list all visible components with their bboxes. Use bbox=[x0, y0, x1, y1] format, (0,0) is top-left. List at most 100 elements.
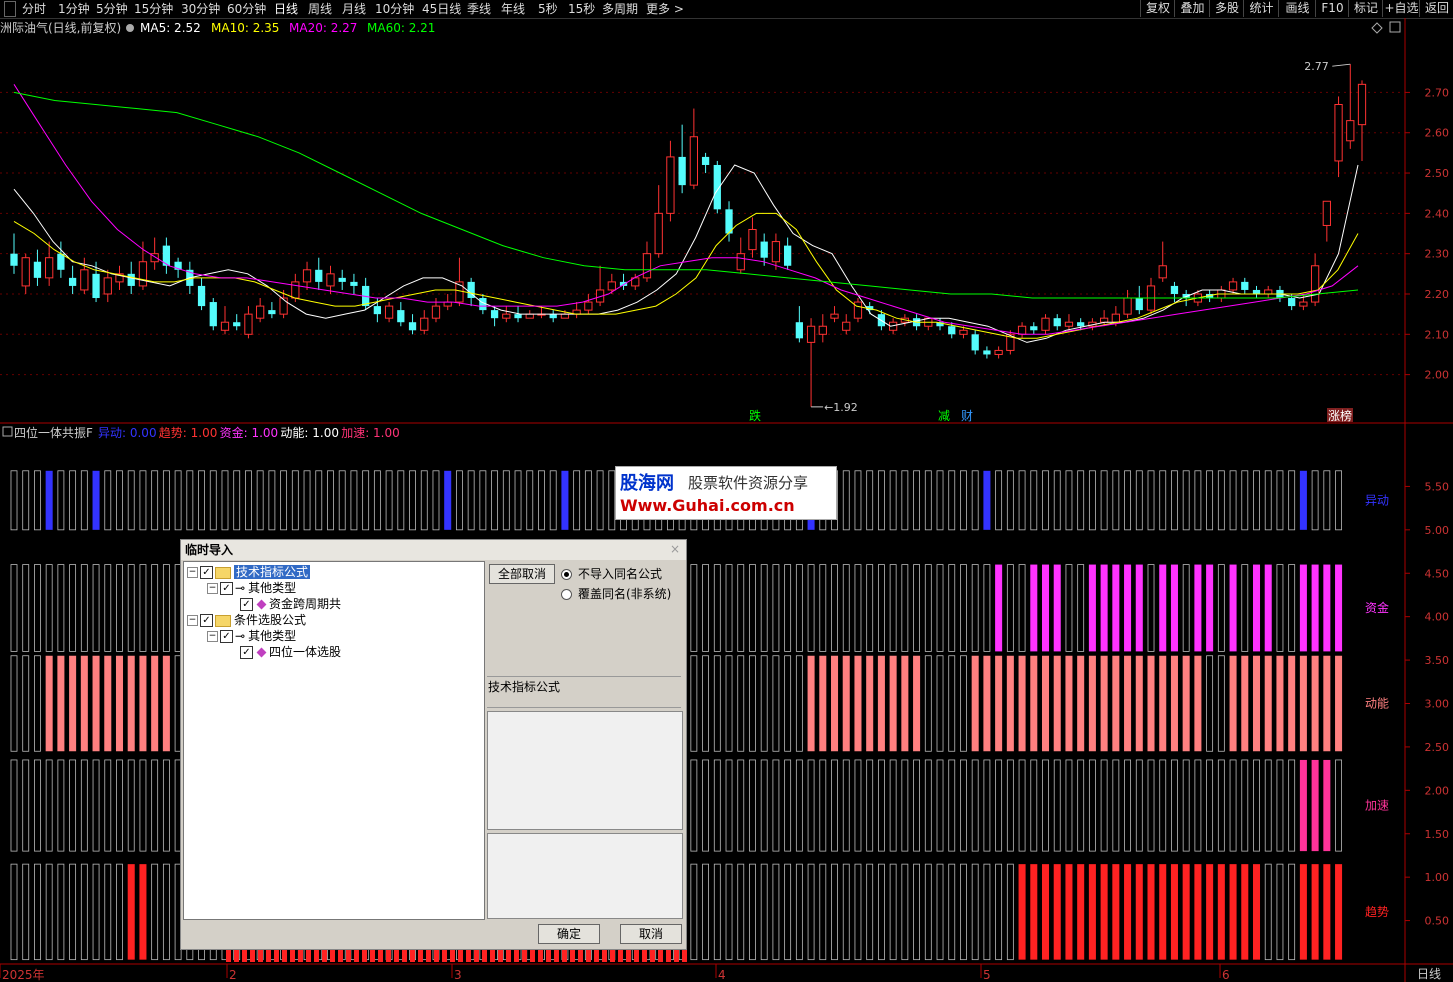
toolbar-button-3[interactable]: 统计 bbox=[1243, 0, 1279, 17]
period-tab-9[interactable]: 10分钟 bbox=[375, 1, 414, 17]
band-bar-jiasu bbox=[831, 759, 838, 852]
toolbar-button-2[interactable]: 多股 bbox=[1209, 0, 1244, 17]
band-bar-dongneng bbox=[1276, 655, 1284, 752]
close-icon[interactable]: × bbox=[668, 541, 682, 557]
tree-node-1[interactable]: − ✓ ⊸ 其他类型 bbox=[207, 580, 296, 596]
band-bar-qushi bbox=[702, 863, 709, 961]
period-tab-1[interactable]: 1分钟 bbox=[58, 1, 90, 17]
band-bar-zijin bbox=[1065, 564, 1073, 652]
menu-icon[interactable] bbox=[4, 1, 16, 17]
candle-body bbox=[818, 325, 827, 335]
collapse-icon[interactable]: − bbox=[187, 567, 198, 578]
band-bar-jiasu bbox=[702, 759, 709, 852]
checkbox-icon[interactable]: ✓ bbox=[200, 566, 213, 579]
tree-node-5[interactable]: ✓ 四位一体选股 bbox=[227, 644, 341, 660]
radio-no-import-same[interactable]: 不导入同名公式 bbox=[561, 566, 662, 582]
indicator-legend-2: 资金: 1.00 bbox=[220, 425, 279, 440]
band-bar-dongneng bbox=[104, 655, 112, 752]
candle-body bbox=[127, 273, 135, 286]
radio-overwrite-same[interactable]: 覆盖同名(非系统) bbox=[561, 586, 671, 602]
band-bar-dongneng bbox=[1100, 655, 1108, 752]
period-tab-10[interactable]: 45日线 bbox=[422, 1, 461, 17]
band-bar-qushi bbox=[127, 864, 135, 960]
period-tab-12[interactable]: 年线 bbox=[501, 1, 525, 17]
checkbox-icon[interactable]: ✓ bbox=[240, 646, 253, 659]
band-bar-jiasu bbox=[1229, 759, 1237, 852]
period-tab-8[interactable]: 月线 bbox=[342, 1, 366, 17]
band-bar-dongneng bbox=[690, 655, 698, 752]
formula-desc-panel[interactable] bbox=[487, 833, 683, 919]
band-bar-qushi bbox=[1018, 864, 1026, 960]
checkbox-icon[interactable]: ✓ bbox=[220, 630, 233, 643]
period-tab-4[interactable]: 30分钟 bbox=[181, 1, 220, 17]
band-bar-zijin bbox=[1335, 564, 1343, 652]
ok-button[interactable]: 确定 bbox=[538, 924, 600, 944]
period-tab-15[interactable]: 多周期 bbox=[602, 1, 638, 17]
band-bar-dongneng bbox=[139, 655, 147, 752]
qushi-bar-visible bbox=[474, 950, 479, 962]
price-tick-label: 2.70 bbox=[1425, 86, 1450, 99]
checkbox-icon[interactable]: ✓ bbox=[240, 598, 253, 611]
qushi-bar-visible bbox=[234, 950, 239, 962]
band-bar-qushi bbox=[139, 864, 147, 960]
checkbox-icon[interactable]: ✓ bbox=[220, 582, 233, 595]
band-bar-zijin bbox=[725, 564, 733, 652]
band-bar-qushi bbox=[45, 863, 53, 961]
high-price-pointer bbox=[1332, 63, 1351, 67]
band-bar-jiasu bbox=[1182, 759, 1190, 852]
band-bar-jiasu bbox=[1288, 759, 1296, 852]
band-bar-yidong bbox=[866, 470, 874, 531]
band-bar-dongneng bbox=[1135, 655, 1143, 752]
candle-body bbox=[701, 156, 710, 165]
qushi-bar-visible bbox=[490, 950, 495, 962]
candle-body bbox=[1264, 289, 1273, 295]
band-bar-yidong bbox=[456, 470, 463, 531]
formula-info-panel[interactable] bbox=[487, 711, 683, 830]
tree-node-4[interactable]: − ✓ ⊸ 其他类型 bbox=[207, 628, 296, 644]
period-tab-5[interactable]: 60分钟 bbox=[227, 1, 266, 17]
checkbox-icon[interactable]: ✓ bbox=[200, 614, 213, 627]
tree-node-2[interactable]: ✓ 资金跨周期共 bbox=[227, 596, 341, 612]
band-bar-zijin bbox=[69, 564, 77, 652]
band-bar-qushi bbox=[725, 863, 733, 961]
cancel-all-button[interactable]: 全部取消 bbox=[489, 564, 555, 584]
candle-body bbox=[373, 306, 382, 315]
toolbar-button-8[interactable]: 返回 bbox=[1419, 0, 1453, 17]
toolbar-button-7[interactable]: +自选 bbox=[1382, 0, 1420, 17]
candle-body bbox=[830, 313, 839, 319]
period-tab-2[interactable]: 5分钟 bbox=[96, 1, 128, 17]
collapse-icon[interactable]: − bbox=[187, 615, 198, 626]
period-tab-3[interactable]: 15分钟 bbox=[134, 1, 173, 17]
toolbar-button-6[interactable]: 标记 bbox=[1348, 0, 1383, 17]
band-bar-dongneng bbox=[889, 655, 897, 752]
band-bar-yidong bbox=[514, 470, 522, 531]
period-tab-14[interactable]: 15秒 bbox=[568, 1, 595, 17]
cancel-button[interactable]: 取消 bbox=[620, 924, 682, 944]
period-tab-16[interactable]: 更多 > bbox=[646, 1, 684, 17]
indicator-tick-label: 1.50 bbox=[1425, 828, 1450, 841]
tree-node-0[interactable]: − ✓ 技术指标公式 bbox=[187, 564, 311, 580]
collapse-icon[interactable]: − bbox=[207, 631, 218, 642]
band-bar-yidong bbox=[186, 470, 194, 531]
time-label-0: 2025年 bbox=[2, 968, 45, 982]
band-bar-yidong bbox=[1112, 470, 1120, 531]
band-bar-zijin bbox=[1206, 564, 1214, 652]
period-tab-13[interactable]: 5秒 bbox=[538, 1, 558, 17]
low-price-label: ←1.92 bbox=[824, 401, 858, 414]
band-bar-yidong bbox=[420, 470, 428, 531]
tree-node-label: 其他类型 bbox=[248, 629, 297, 643]
period-tab-11[interactable]: 季线 bbox=[467, 1, 491, 17]
period-tab-7[interactable]: 周线 bbox=[308, 1, 332, 17]
band-bar-dongneng bbox=[913, 655, 921, 752]
candle-body bbox=[256, 305, 265, 319]
tree-node-3[interactable]: − ✓ 条件选股公式 bbox=[187, 612, 306, 628]
candle-body bbox=[525, 313, 534, 319]
toolbar-button-4[interactable]: 画线 bbox=[1278, 0, 1316, 17]
period-tab-6[interactable]: 日线 bbox=[274, 1, 298, 17]
toolbar-button-1[interactable]: 叠加 bbox=[1174, 0, 1210, 17]
band-bar-jiasu bbox=[784, 759, 792, 852]
collapse-icon[interactable]: − bbox=[207, 583, 218, 594]
period-tab-0[interactable]: 分时 bbox=[22, 1, 46, 17]
toolbar-button-0[interactable]: 复权 bbox=[1140, 0, 1175, 17]
toolbar-button-5[interactable]: F10 bbox=[1315, 0, 1349, 17]
